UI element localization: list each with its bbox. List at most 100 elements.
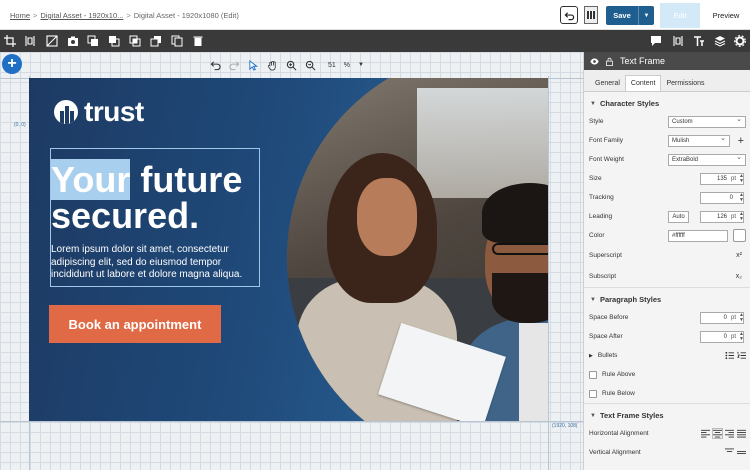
banner-artboard[interactable]: trust Your future secured. Lorem ipsum d… (29, 78, 548, 421)
align-right-icon[interactable] (725, 429, 734, 438)
tracking-stepper-icon[interactable]: ▲ ▼ (739, 192, 744, 203)
font-weight-select[interactable]: ExtraBold (668, 153, 746, 166)
rule-above-checkbox[interactable] (589, 370, 597, 379)
plus-icon: + (7, 55, 17, 72)
coord-origin: (0, 0) (14, 122, 26, 128)
eye-icon[interactable] (590, 57, 599, 66)
character-styles-header[interactable]: ▼ Character Styles (584, 92, 750, 112)
add-element-button[interactable]: + (2, 54, 22, 74)
bullet-list-icon[interactable] (725, 351, 734, 360)
valign-top-icon[interactable] (725, 448, 734, 457)
duplicate-icon[interactable] (169, 33, 185, 49)
zoom-unit: % (343, 61, 351, 69)
guide-bottom (0, 421, 583, 422)
zoom-out-icon[interactable] (305, 60, 316, 71)
select-pointer-icon[interactable] (248, 59, 259, 71)
align-left-icon[interactable] (701, 429, 710, 438)
add-font-plus-icon[interactable]: + (738, 135, 744, 147)
bullets-row[interactable]: ▶ Bullets (584, 346, 750, 365)
logo-text: trust (84, 96, 144, 127)
save-button[interactable]: Save ▼ (606, 6, 654, 25)
text-frame-styles-header[interactable]: ▼ Text Frame Styles (584, 403, 750, 424)
space-after-unit: pt (730, 333, 736, 340)
font-family-select[interactable]: Mulish (668, 134, 730, 147)
frame-panel-icon[interactable] (670, 33, 686, 49)
top-header: Home > Digital Asset - 1920x10... > Digital … (0, 0, 750, 30)
logo-mark-icon (54, 100, 78, 124)
leading-row: Leading Auto 126 pt ▲ ▼ (589, 210, 744, 223)
subscript-icon[interactable]: x₂ (736, 273, 742, 280)
camera-icon[interactable] (65, 33, 81, 49)
rule-below-checkbox[interactable] (589, 389, 597, 398)
brand-logo[interactable]: trust (54, 96, 144, 128)
trash-icon[interactable] (190, 33, 206, 49)
bring-forward-icon[interactable] (85, 33, 101, 49)
photo-circle-image[interactable] (287, 78, 548, 421)
superscript-icon[interactable]: x² (736, 252, 742, 259)
crop-tool-icon[interactable] (2, 33, 18, 49)
save-dropdown-caret-icon[interactable]: ▼ (638, 6, 654, 25)
leading-stepper-icon[interactable]: ▲ ▼ (739, 211, 744, 222)
style-row: Style Custom (584, 112, 750, 131)
lock-icon[interactable] (605, 57, 614, 66)
frame-tool-icon[interactable] (22, 33, 38, 49)
align-center-icon[interactable] (712, 428, 723, 439)
body-copy[interactable]: Lorem ipsum dolor sit amet, consectetur … (51, 244, 261, 282)
breadcrumb-current: Digital Asset - 1920x1080 (Edit) (133, 11, 239, 20)
zoom-value[interactable]: 51 (328, 62, 336, 69)
space-after-stepper-icon[interactable]: ▲ ▼ (739, 331, 744, 342)
breadcrumb-asset[interactable]: Digital Asset - 1920x10... (40, 11, 123, 20)
comment-icon[interactable] (648, 33, 664, 49)
preview-button[interactable]: Preview (706, 3, 746, 28)
numbered-list-icon[interactable] (737, 351, 746, 360)
tab-permissions[interactable]: Permissions (661, 76, 709, 91)
send-to-back-icon[interactable] (148, 33, 164, 49)
align-justify-icon[interactable] (737, 429, 746, 438)
image-frame-icon[interactable] (44, 33, 60, 49)
zoom-dropdown-icon[interactable]: ▼ (358, 62, 364, 68)
size-stepper-icon[interactable]: ▲ ▼ (739, 173, 744, 184)
space-before-input[interactable]: 0 (700, 311, 744, 324)
guide-right (548, 76, 549, 470)
tracking-input[interactable]: 0 (700, 191, 744, 204)
leading-input[interactable]: 126 (700, 210, 744, 223)
pan-hand-icon[interactable] (267, 60, 278, 71)
paragraph-styles-header[interactable]: ▼ Paragraph Styles (584, 287, 750, 308)
cta-button[interactable]: Book an appointment (49, 305, 221, 343)
tab-content[interactable]: Content (624, 75, 662, 91)
collapse-triangle-icon: ▼ (590, 412, 596, 419)
qr-code-icon[interactable] (584, 6, 598, 24)
editor-toolbar (0, 30, 750, 52)
revert-button[interactable] (560, 6, 578, 24)
leading-auto-button[interactable]: Auto (668, 210, 689, 223)
color-hex-input[interactable]: #ffffff (668, 229, 728, 242)
tab-general[interactable]: General (590, 76, 625, 91)
horizontal-alignment-row: Horizontal Alignment (584, 424, 750, 443)
headline-line2: secured. (51, 195, 200, 236)
size-input[interactable]: 135 (700, 172, 744, 185)
style-select[interactable]: Custom (668, 115, 746, 128)
zoom-in-icon[interactable] (286, 60, 297, 71)
color-swatch[interactable] (733, 229, 746, 242)
superscript-row: Superscript x² (589, 252, 742, 259)
panel-title: Text Frame (620, 56, 666, 66)
space-before-stepper-icon[interactable]: ▲ ▼ (739, 312, 744, 323)
send-backward-icon[interactable] (127, 33, 143, 49)
color-row: Color #ffffff (584, 226, 750, 245)
valign-middle-icon[interactable] (737, 448, 746, 457)
space-after-input[interactable]: 0 (700, 330, 744, 343)
collapse-triangle-icon: ▼ (590, 296, 596, 303)
settings-gear-icon[interactable] (732, 33, 748, 49)
breadcrumb-home[interactable]: Home (10, 11, 30, 20)
bring-to-front-icon[interactable] (106, 33, 122, 49)
space-before-row: Space Before 0 pt ▲ ▼ (589, 311, 744, 324)
edit-button[interactable]: Edit (660, 3, 700, 28)
redo-icon[interactable] (229, 60, 240, 71)
subscript-row: Subscript x₂ (589, 273, 742, 280)
text-tool-icon[interactable] (691, 33, 707, 49)
rule-below-row: Rule Below (584, 384, 750, 403)
undo-icon[interactable] (210, 60, 221, 71)
leading-unit: pt (730, 213, 736, 220)
layers-icon[interactable] (712, 33, 728, 49)
headline-text[interactable]: Your future secured. (51, 159, 242, 236)
